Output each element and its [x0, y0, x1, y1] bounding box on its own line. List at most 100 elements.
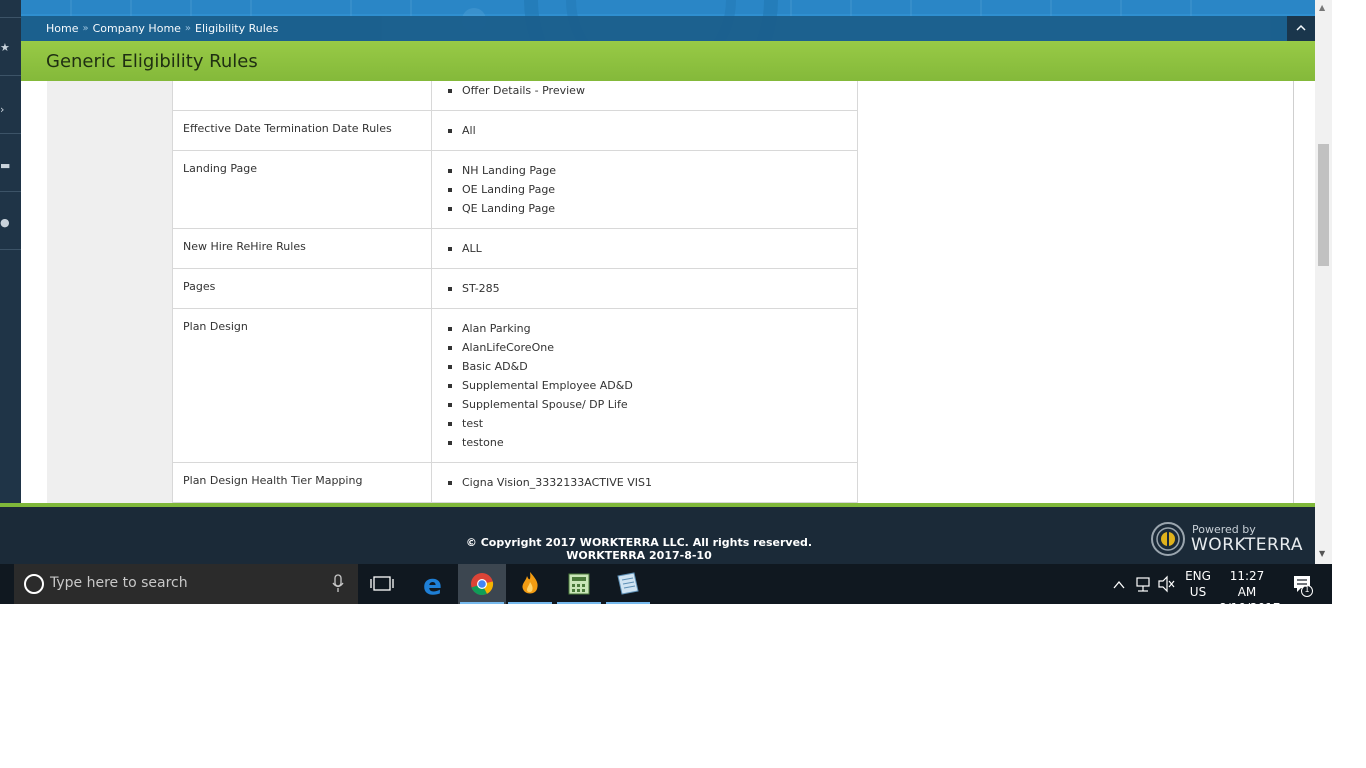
taskbar-app-notes[interactable] [604, 564, 652, 604]
taskbar-chrome[interactable] [458, 564, 506, 604]
page-title: Generic Eligibility Rules [46, 51, 258, 72]
rule-value-item: testone [448, 433, 847, 452]
task-view-button[interactable] [358, 564, 406, 604]
rail-divider [0, 17, 21, 18]
rule-values-list: ALL [448, 239, 847, 258]
rule-values-cell: ST-285 [431, 268, 858, 309]
breadcrumb-company-home-link[interactable]: Company Home [93, 22, 181, 35]
rule-value-item: test [448, 414, 847, 433]
rule-row: Pages ST-285 [172, 268, 858, 309]
rule-value-item: Basic AD&D [448, 357, 847, 376]
rule-value-text: Supplemental Spouse/ DP Life [462, 398, 628, 411]
speaker-muted-icon[interactable] [1157, 564, 1175, 604]
cortana-circle-icon [24, 574, 44, 594]
language-indicator[interactable]: ENG US [1185, 568, 1211, 600]
notification-icon [1294, 576, 1313, 597]
chrome-browser-icon [471, 573, 494, 596]
rule-row: New Hire ReHire Rules ALL [172, 228, 858, 269]
page-footer: © Copyright 2017 WORKTERRA LLC. All righ… [0, 503, 1315, 564]
rail-divider [0, 191, 21, 192]
breadcrumb: Home » Company Home » Eligibility Rules [46, 16, 278, 41]
scroll-up-arrow-icon[interactable]: ▲ [1319, 3, 1325, 12]
bullet-icon [448, 188, 452, 192]
task-view-icon [370, 576, 394, 591]
rail-divider [0, 249, 21, 250]
rule-values-list: Alan Parking AlanLifeCoreOne Basic AD&D Sup… [448, 319, 847, 452]
rule-value-item: Offer Details - Preview [448, 81, 847, 100]
rule-values-list: NH Landing Page OE Landing Page QE Landing… [448, 161, 847, 218]
taskbar-edge[interactable]: e [410, 564, 458, 604]
main-content: Offer Details - Edit Offer TemplateOffer… [21, 81, 1315, 503]
taskbar-search-box[interactable]: Type here to search [14, 564, 358, 604]
show-hidden-icons-chevron-icon[interactable] [1112, 564, 1126, 604]
collapse-header-button[interactable] [1287, 16, 1315, 41]
bullet-icon [448, 441, 452, 445]
rules-table-body: Offer Details - Edit Offer TemplateOffer… [172, 81, 858, 503]
bullet-icon [448, 207, 452, 211]
clock-time: 11:27 AM [1229, 569, 1265, 599]
rule-value-text: QE Landing Page [462, 202, 556, 215]
rule-values-cell: All [431, 110, 858, 151]
breadcrumb-current: Eligibility Rules [195, 22, 279, 35]
running-app-indicator [508, 602, 552, 604]
bullet-icon [448, 89, 452, 93]
rule-name-cell [172, 81, 432, 111]
rule-value-text: Offer Details - Preview [462, 84, 585, 97]
flame-app-icon [522, 572, 538, 594]
rail-divider [0, 133, 21, 134]
active-app-indicator [460, 602, 504, 604]
page-scrollbar[interactable]: ▲ ▼ [1315, 0, 1332, 564]
taskbar-app-flame[interactable] [506, 564, 554, 604]
rail-chat-icon[interactable]: ● [0, 217, 10, 229]
system-tray: ENG US 11:27 AM 8/10/2017 1 [1105, 564, 1332, 615]
bullet-icon [448, 346, 452, 350]
breadcrumb-separator: » [82, 23, 89, 34]
rule-name-cell: Landing Page [172, 150, 432, 229]
bullet-icon [448, 169, 452, 173]
rule-row: Landing Page NH Landing Page OE Landing Pa… [172, 150, 858, 229]
rule-values-cell: ALL [431, 228, 858, 269]
scroll-down-arrow-icon[interactable]: ▼ [1319, 549, 1325, 558]
top-header: Home » Company Home » Eligibility Rules [21, 0, 1315, 41]
rule-value-text: ALL [462, 242, 482, 255]
notes-app-icon [617, 572, 639, 595]
bullet-icon [448, 247, 452, 251]
rail-dash-icon[interactable]: ▬ [0, 160, 10, 172]
footer-version: WORKTERRA 2017-8-10 [566, 549, 712, 562]
microphone-icon[interactable] [331, 574, 345, 594]
rule-value-item: ST-285 [448, 279, 847, 298]
language-code: ENG [1185, 569, 1211, 583]
bullet-icon [448, 365, 452, 369]
rule-row: Plan Design Health Tier Mapping Cigna Vis… [172, 462, 858, 503]
network-icon[interactable] [1134, 564, 1152, 604]
action-center-button[interactable]: 1 [1291, 564, 1315, 604]
edge-browser-icon: e [423, 568, 442, 601]
taskbar-clock[interactable]: 11:27 AM 8/10/2017 [1219, 568, 1281, 616]
eligibility-rules-table: Offer Details - Edit Offer TemplateOffer… [172, 81, 858, 503]
rail-menu-icon[interactable]: › [0, 104, 10, 116]
svg-text:e: e [423, 568, 442, 601]
rule-value-item: All [448, 121, 847, 140]
rule-values-list: All [448, 121, 847, 140]
bullet-icon [448, 403, 452, 407]
taskbar-app-calculator[interactable] [555, 564, 603, 604]
scrollbar-thumb[interactable] [1318, 144, 1329, 266]
rule-values-list: Offer Details - Edit Offer TemplateOffer… [448, 81, 847, 100]
rule-row: Offer Details - Edit Offer TemplateOffer… [172, 81, 858, 111]
rule-value-text: Supplemental Employee AD&D [462, 379, 633, 392]
rule-value-text: ST-285 [462, 282, 500, 295]
rule-row: Effective Date Termination Date Rules All [172, 110, 858, 151]
rule-value-item: ALL [448, 239, 847, 258]
bullet-icon [448, 384, 452, 388]
running-app-indicator [557, 602, 601, 604]
rule-values-cell: NH Landing Page OE Landing Page QE Landing… [431, 150, 858, 229]
rule-values-list: Cigna Vision_3332133ACTIVE VIS1 [448, 473, 847, 492]
left-navigation-rail: ★ › ▬ ● [0, 0, 21, 504]
rule-name-cell: New Hire ReHire Rules [172, 228, 432, 269]
breadcrumb-home-link[interactable]: Home [46, 22, 78, 35]
rule-value-text: AlanLifeCoreOne [462, 341, 554, 354]
rail-star-icon[interactable]: ★ [0, 42, 10, 54]
rule-name-cell: Plan Design [172, 308, 432, 463]
notification-count-badge: 1 [1304, 585, 1310, 594]
rule-values-cell: Alan Parking AlanLifeCoreOne Basic AD&D Sup… [431, 308, 858, 463]
